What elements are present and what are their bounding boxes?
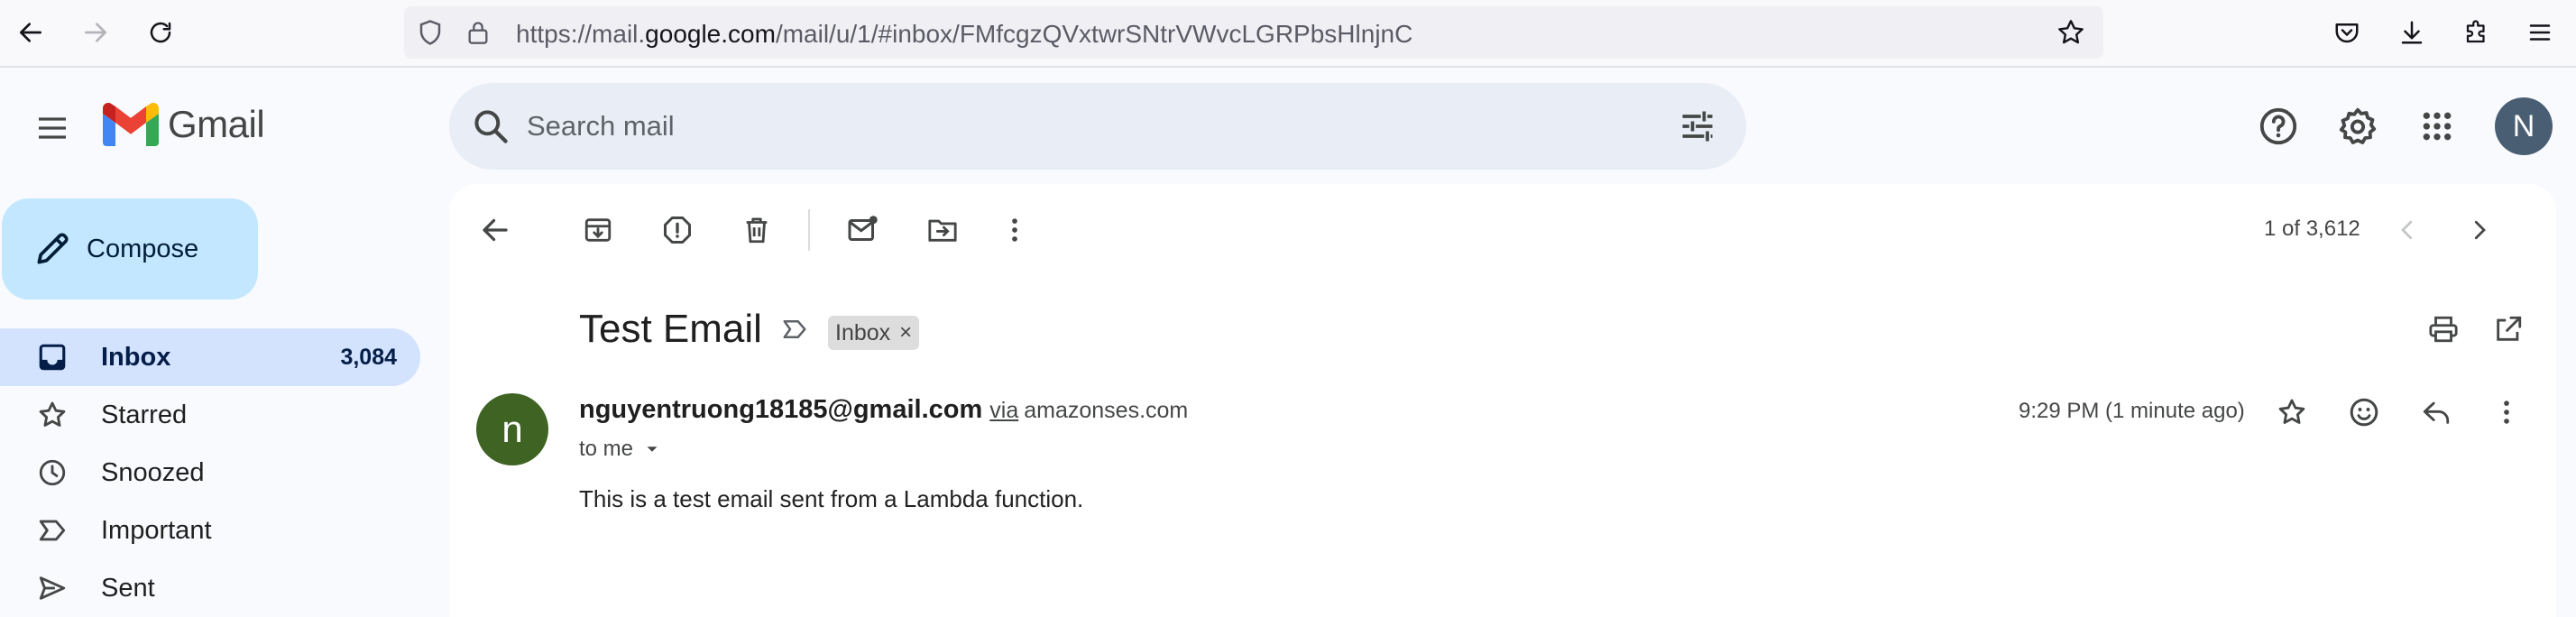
app-name: Gmail <box>168 103 265 145</box>
sidebar-item-label: Starred <box>101 400 188 429</box>
extensions-icon[interactable] <box>2459 14 2495 51</box>
browser-toolbar: https://mail.google.com/mail/u/1/#inbox/… <box>0 0 2576 68</box>
email-body: This is a test email sent from a Lambda … <box>579 485 1084 512</box>
inbox-label-chip: Inbox × <box>828 316 920 350</box>
search-input[interactable] <box>527 103 1519 150</box>
delete-trash-icon[interactable] <box>734 207 779 253</box>
gmail-logo[interactable]: Gmail <box>103 103 265 146</box>
important-toggle-icon[interactable] <box>779 316 810 343</box>
pencil-icon <box>32 229 72 269</box>
url-text[interactable]: https://mail.google.com/mail/u/1/#inbox/… <box>516 20 1412 49</box>
forward-icon[interactable] <box>78 14 114 51</box>
star-icon <box>34 397 70 433</box>
sidebar-item-inbox[interactable]: Inbox 3,084 <box>0 328 420 386</box>
email-timestamp: 9:29 PM (1 minute ago) <box>2019 399 2245 423</box>
label-chip-text: Inbox <box>835 319 891 345</box>
sidebar-item-label: Important <box>101 515 212 545</box>
toolbar-divider <box>808 209 810 251</box>
report-spam-icon[interactable] <box>655 207 700 253</box>
sidebar-item-label: Sent <box>101 573 155 603</box>
recipient-text: to me <box>579 437 634 461</box>
sender-email[interactable]: nguyentruong18185@gmail.com <box>579 395 982 424</box>
apps-grid-icon[interactable] <box>2414 103 2461 150</box>
search-options-icon[interactable] <box>1678 106 1717 146</box>
shield-icon[interactable] <box>417 18 444 47</box>
message-view: 1 of 3,612 Test Email Inbox × n nguyentr… <box>449 184 2556 617</box>
search-icon[interactable] <box>471 106 511 146</box>
bookmark-star-icon[interactable] <box>2056 18 2085 47</box>
back-to-inbox-icon[interactable] <box>473 207 518 253</box>
address-bar[interactable]: https://mail.google.com/mail/u/1/#inbox/… <box>404 6 2103 59</box>
main-menu-icon[interactable] <box>27 103 78 153</box>
sidebar-item-starred[interactable]: Starred <box>0 386 420 444</box>
inbox-icon <box>34 339 70 375</box>
sidebar-item-snoozed[interactable]: Snoozed <box>0 444 420 502</box>
mark-unread-icon[interactable] <box>841 207 886 253</box>
lock-icon[interactable] <box>465 18 491 47</box>
downloads-icon[interactable] <box>2394 14 2430 51</box>
sidebar-item-sent[interactable]: Sent <box>0 559 420 617</box>
pocket-icon[interactable] <box>2329 14 2365 51</box>
more-options-icon[interactable] <box>992 207 1037 253</box>
via-domain: amazonses.com <box>1024 398 1189 423</box>
inbox-unread-count: 3,084 <box>340 344 397 370</box>
emoji-reaction-icon[interactable] <box>2341 390 2387 435</box>
print-icon[interactable] <box>2421 307 2466 352</box>
older-chevron-right-icon[interactable] <box>2457 207 2502 253</box>
settings-gear-icon[interactable] <box>2334 103 2381 150</box>
dropdown-arrow-icon <box>647 447 658 452</box>
hamburger-menu-icon[interactable] <box>2522 14 2558 51</box>
back-icon[interactable] <box>13 14 49 51</box>
reload-icon[interactable] <box>143 14 179 51</box>
open-in-new-window-icon[interactable] <box>2486 307 2531 352</box>
move-to-folder-icon[interactable] <box>920 207 965 253</box>
account-avatar[interactable]: N <box>2495 97 2553 155</box>
clock-icon <box>34 455 70 491</box>
compose-label: Compose <box>87 234 199 263</box>
send-icon <box>34 570 70 606</box>
sender-avatar[interactable]: n <box>476 393 548 465</box>
recipient-details-toggle[interactable]: to me <box>579 437 662 462</box>
newer-chevron-left-icon[interactable] <box>2385 207 2430 253</box>
archive-icon[interactable] <box>575 207 621 253</box>
star-message-icon[interactable] <box>2269 390 2314 435</box>
important-marker-icon <box>34 512 70 548</box>
reply-icon[interactable] <box>2414 390 2459 435</box>
sidebar-item-label: Snoozed <box>101 457 205 487</box>
gmail-m-icon <box>103 103 159 146</box>
compose-button[interactable]: Compose <box>2 198 258 299</box>
sidebar-item-label: Inbox <box>101 342 171 372</box>
help-icon[interactable] <box>2255 103 2302 150</box>
sender-line: nguyentruong18185@gmail.com via amazonses.… <box>579 395 1188 425</box>
sidebar-item-important[interactable]: Important <box>0 502 420 559</box>
pagination-text: 1 of 3,612 <box>2264 216 2360 241</box>
email-subject: Test Email <box>579 307 762 351</box>
message-more-options-icon[interactable] <box>2484 390 2529 435</box>
remove-label-icon[interactable]: × <box>899 320 912 345</box>
search-bar[interactable] <box>449 83 1746 170</box>
via-link[interactable]: via <box>989 398 1018 423</box>
